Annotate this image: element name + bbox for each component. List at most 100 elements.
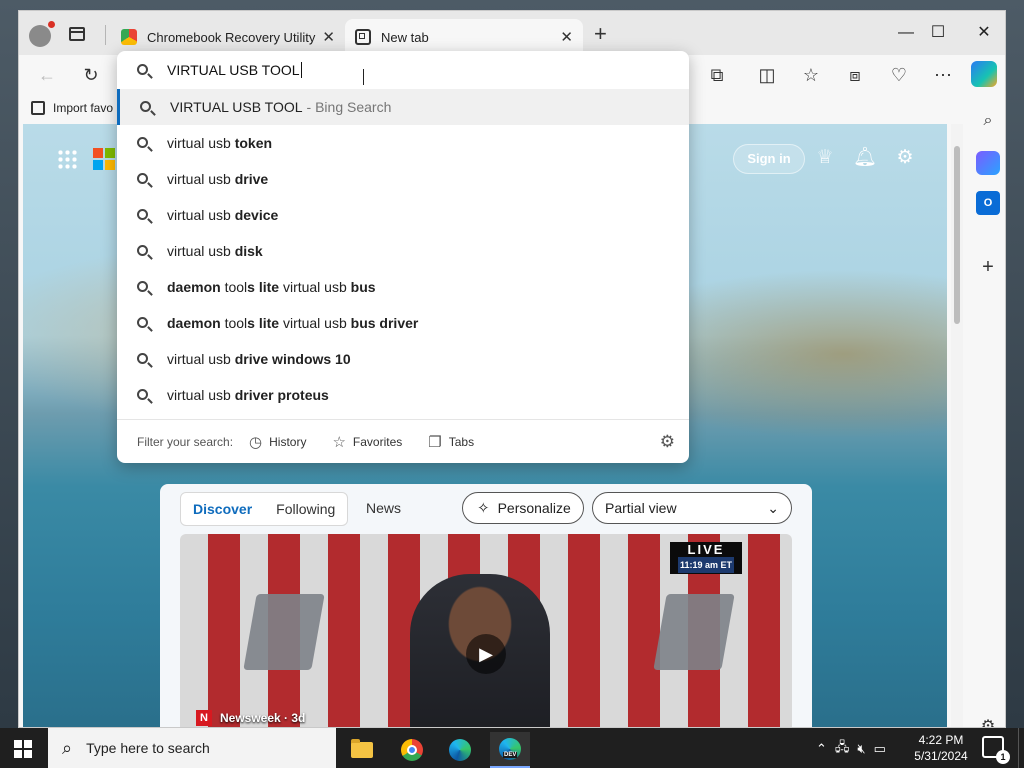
new-tab-plus-icon[interactable]: +	[594, 23, 607, 45]
close-tab-icon[interactable]: ✕	[560, 28, 573, 46]
suggestion-prefix: virtual usb	[167, 207, 235, 223]
sidebar-settings-gear-icon[interactable]: ⚙	[976, 715, 1000, 727]
live-badge: LIVE 11:19 am ET	[669, 542, 742, 574]
notifications-bell-icon[interactable]: 🔔︎	[853, 146, 877, 170]
tab-chromebook-recovery[interactable]: Chromebook Recovery Utility ✕	[111, 19, 345, 55]
search-settings-gear-icon[interactable]: ⚙	[660, 432, 675, 452]
extensions-icon[interactable]: ⧉	[703, 61, 731, 89]
edge-icon	[449, 739, 471, 761]
address-bar-input[interactable]: VIRTUAL USB TOOL	[117, 53, 689, 87]
copilot-app-icon[interactable]	[976, 151, 1000, 175]
scrollbar-thumb[interactable]	[954, 146, 960, 324]
suggestion-item[interactable]: virtual usb disk	[117, 233, 689, 269]
tab-title: Chromebook Recovery Utility	[147, 29, 316, 45]
tab-separator	[105, 25, 106, 45]
personalize-button[interactable]: ✧ Personalize	[462, 492, 584, 524]
tab-title: New tab	[381, 29, 429, 45]
filter-favorites-label: Favorites	[352, 434, 403, 449]
display-icon[interactable]: ▭	[874, 741, 886, 757]
search-icon	[136, 281, 148, 292]
view-mode-value: Partial view	[605, 500, 677, 516]
copilot-icon[interactable]	[971, 61, 997, 87]
windows-start-icon[interactable]	[14, 740, 32, 758]
refresh-icon[interactable]: ↻	[77, 61, 105, 89]
search-icon	[136, 389, 148, 400]
live-label: LIVE	[687, 542, 725, 557]
chevron-up-icon[interactable]: ⌃	[816, 741, 827, 757]
suggestion-bold: disk	[234, 243, 263, 259]
teleprompter-right	[653, 594, 735, 670]
address-bar-text[interactable]: VIRTUAL USB TOOL	[167, 62, 302, 78]
tab-news[interactable]: News	[366, 500, 401, 516]
suggestion-bing-search[interactable]: VIRTUAL USB TOOL - Bing Search	[117, 89, 689, 125]
chromebook-recovery-icon	[121, 29, 137, 45]
edge-dev-taskbar-button[interactable]	[490, 732, 530, 768]
suggestion-bold: bus driver	[350, 315, 419, 331]
suggestion-text: virtual usb	[279, 279, 351, 295]
view-mode-select[interactable]: Partial view ⌄	[592, 492, 792, 524]
suggestion-item[interactable]: virtual usb driver proteus	[117, 377, 689, 413]
import-favorites-link[interactable]: Import favo	[31, 101, 113, 115]
new-tab-page-icon	[355, 29, 371, 45]
suggestion-item[interactable]: virtual usb token	[117, 125, 689, 161]
text-cursor-icon	[360, 69, 368, 85]
profile-avatar-icon[interactable]	[29, 21, 55, 47]
suggestion-bold: driver proteus	[234, 387, 329, 403]
suggestion-text: virtual usb	[279, 315, 351, 331]
more-menu-icon[interactable]: ⋯	[929, 61, 957, 89]
sign-in-button[interactable]: Sign in	[733, 144, 805, 174]
tabs-icon: ❐	[428, 433, 442, 451]
rewards-trophy-icon[interactable]: ♕	[813, 146, 837, 170]
suggestion-prefix: virtual usb	[167, 171, 235, 187]
suggestion-text: tool	[220, 315, 248, 331]
play-icon[interactable]: ▶	[466, 634, 506, 674]
collections-icon[interactable]: ⧈	[841, 61, 869, 89]
back-arrow-icon[interactable]: ←	[33, 61, 61, 89]
page-settings-gear-icon[interactable]: ⚙	[893, 146, 917, 170]
tab-discover[interactable]: Discover	[181, 501, 264, 517]
file-explorer-taskbar-button[interactable]	[342, 732, 382, 768]
import-favorites-label: Import favo	[53, 101, 114, 115]
suggestion-prefix: virtual usb	[167, 135, 235, 151]
split-screen-icon[interactable]: ◫	[753, 61, 781, 89]
suggestion-item[interactable]: virtual usb drive windows 10	[117, 341, 689, 377]
news-feed: Discover Following News ✧ Personalize Pa…	[160, 484, 812, 727]
minimize-button[interactable]: —	[891, 19, 921, 47]
source-label: Newsweek · 3d	[220, 711, 306, 725]
suggestion-item[interactable]: virtual usb drive	[117, 161, 689, 197]
video-source: N Newsweek · 3d	[196, 710, 305, 726]
taskbar-search-placeholder: Type here to search	[86, 740, 210, 756]
add-sidebar-app-icon[interactable]: +	[976, 255, 1000, 279]
taskbar-search-box[interactable]: ⌕ Type here to search	[48, 728, 336, 768]
suggestion-item[interactable]: daemon tool s lite virtual usb bus driver	[117, 305, 689, 341]
chrome-taskbar-button[interactable]	[392, 732, 432, 768]
favorites-star-icon[interactable]: ☆	[797, 61, 825, 89]
suggestion-text: VIRTUAL USB TOOL	[170, 99, 303, 115]
microsoft-logo	[93, 148, 115, 170]
browser-essentials-icon[interactable]: ♡	[885, 61, 913, 89]
address-bar-dropdown: VIRTUAL USB TOOL VIRTUAL USB TOOL - Bing…	[117, 51, 689, 463]
taskbar-clock[interactable]: 4:22 PM 5/31/2024	[908, 732, 974, 764]
suggestion-item[interactable]: virtual usb device	[117, 197, 689, 233]
outlook-icon[interactable]: O	[976, 191, 1000, 215]
tab-strip: Chromebook Recovery Utility ✕ New tab ✕ …	[19, 11, 1005, 55]
tab-actions-icon[interactable]	[69, 27, 85, 41]
filter-favorites-button[interactable]: ☆ Favorites	[332, 433, 402, 451]
volume-muted-icon[interactable]: 🔇︎	[857, 741, 865, 757]
suggestion-item[interactable]: daemon tool s lite virtual usb bus	[117, 269, 689, 305]
tab-new-tab[interactable]: New tab ✕	[345, 19, 583, 55]
tab-following[interactable]: Following	[264, 501, 347, 517]
page-scrollbar[interactable]	[951, 124, 963, 727]
edge-taskbar-button[interactable]	[440, 732, 480, 768]
video-card[interactable]: LIVE 11:19 am ET ▶ N Newsweek · 3d	[180, 534, 792, 727]
search-icon[interactable]: ⌕	[976, 109, 1000, 133]
close-tab-icon[interactable]: ✕	[322, 28, 335, 46]
filter-history-button[interactable]: ◷ History	[249, 433, 306, 451]
maximize-button[interactable]: ☐	[923, 19, 953, 47]
app-launcher-icon[interactable]	[57, 149, 77, 169]
filter-tabs-button[interactable]: ❐ Tabs	[428, 433, 474, 451]
suggestion-bold: daemon	[167, 315, 221, 331]
network-icon[interactable]: 🖧︎	[835, 738, 850, 760]
show-desktop-button[interactable]	[1018, 728, 1024, 768]
close-window-button[interactable]: ✕	[969, 19, 999, 47]
